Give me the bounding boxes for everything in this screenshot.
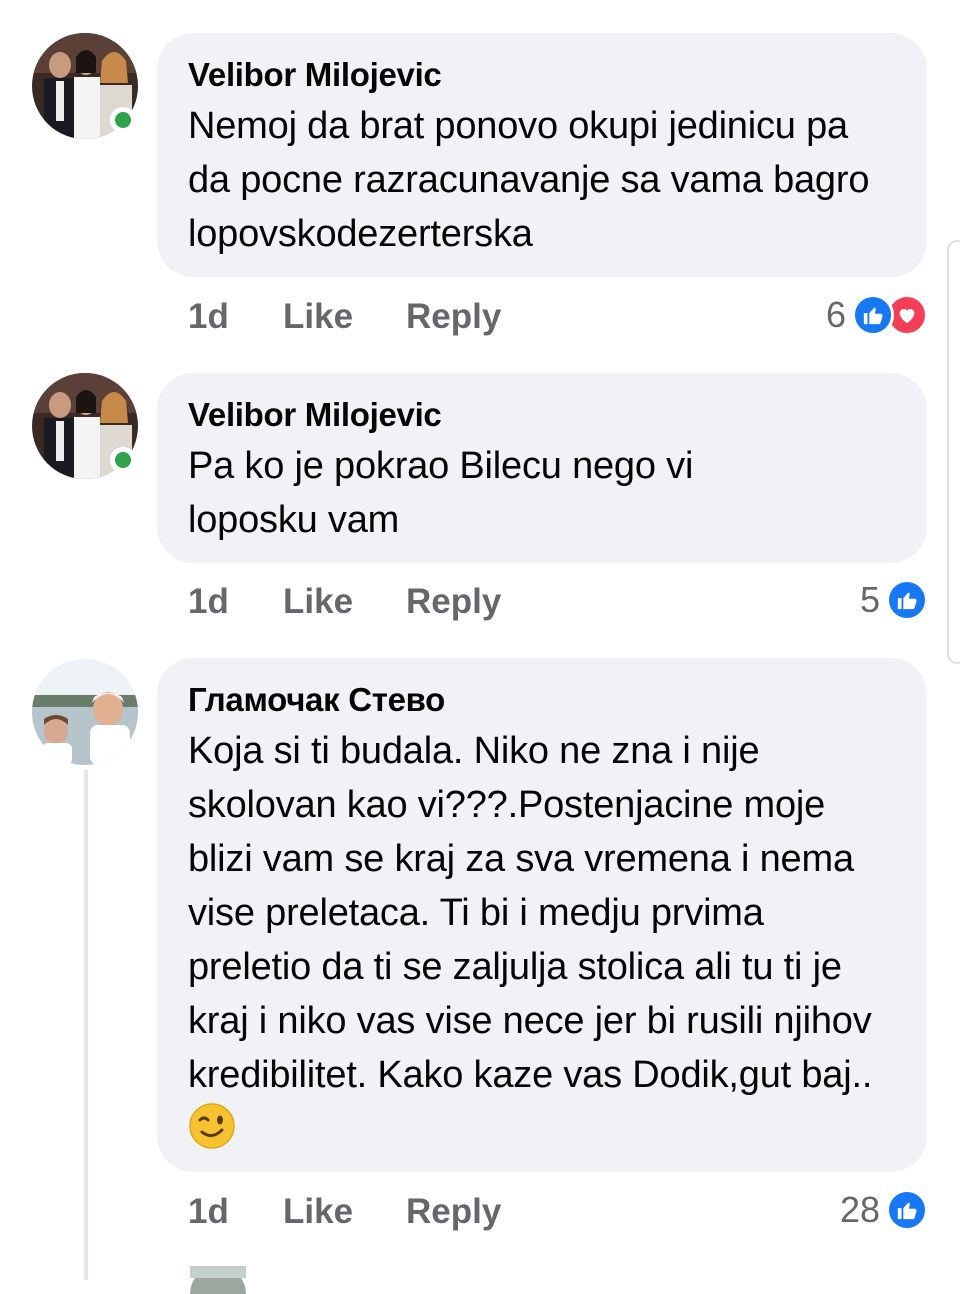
like-icon bbox=[852, 294, 894, 336]
comment: Гламочак Стево Koja si ti budala. Niko n… bbox=[0, 0, 960, 1280]
like-button[interactable]: Like bbox=[283, 1192, 353, 1232]
next-comment-avatar[interactable] bbox=[190, 1266, 246, 1294]
comment-bubble[interactable]: Гламочак Стево Koja si ti budala. Niko n… bbox=[157, 658, 927, 1172]
comment-text: Koja si ti budala. Niko ne zna i nije sk… bbox=[188, 724, 897, 1165]
comment-timestamp[interactable]: 1d bbox=[188, 1192, 229, 1232]
winking-face-emoji bbox=[188, 1102, 236, 1165]
like-icon bbox=[886, 1189, 928, 1231]
comment-text-content: Koja si ti budala. Niko ne zna i nije sk… bbox=[188, 730, 873, 1096]
avatar[interactable] bbox=[32, 659, 138, 765]
reply-button[interactable]: Reply bbox=[406, 1192, 501, 1232]
comment-author[interactable]: Гламочак Стево bbox=[188, 680, 897, 720]
reaction-summary[interactable]: 28 bbox=[840, 1188, 928, 1232]
reaction-count: 28 bbox=[839, 1189, 880, 1230]
like-icon bbox=[886, 579, 928, 621]
scrollbar[interactable] bbox=[947, 240, 960, 664]
avatar-container[interactable] bbox=[32, 659, 142, 769]
